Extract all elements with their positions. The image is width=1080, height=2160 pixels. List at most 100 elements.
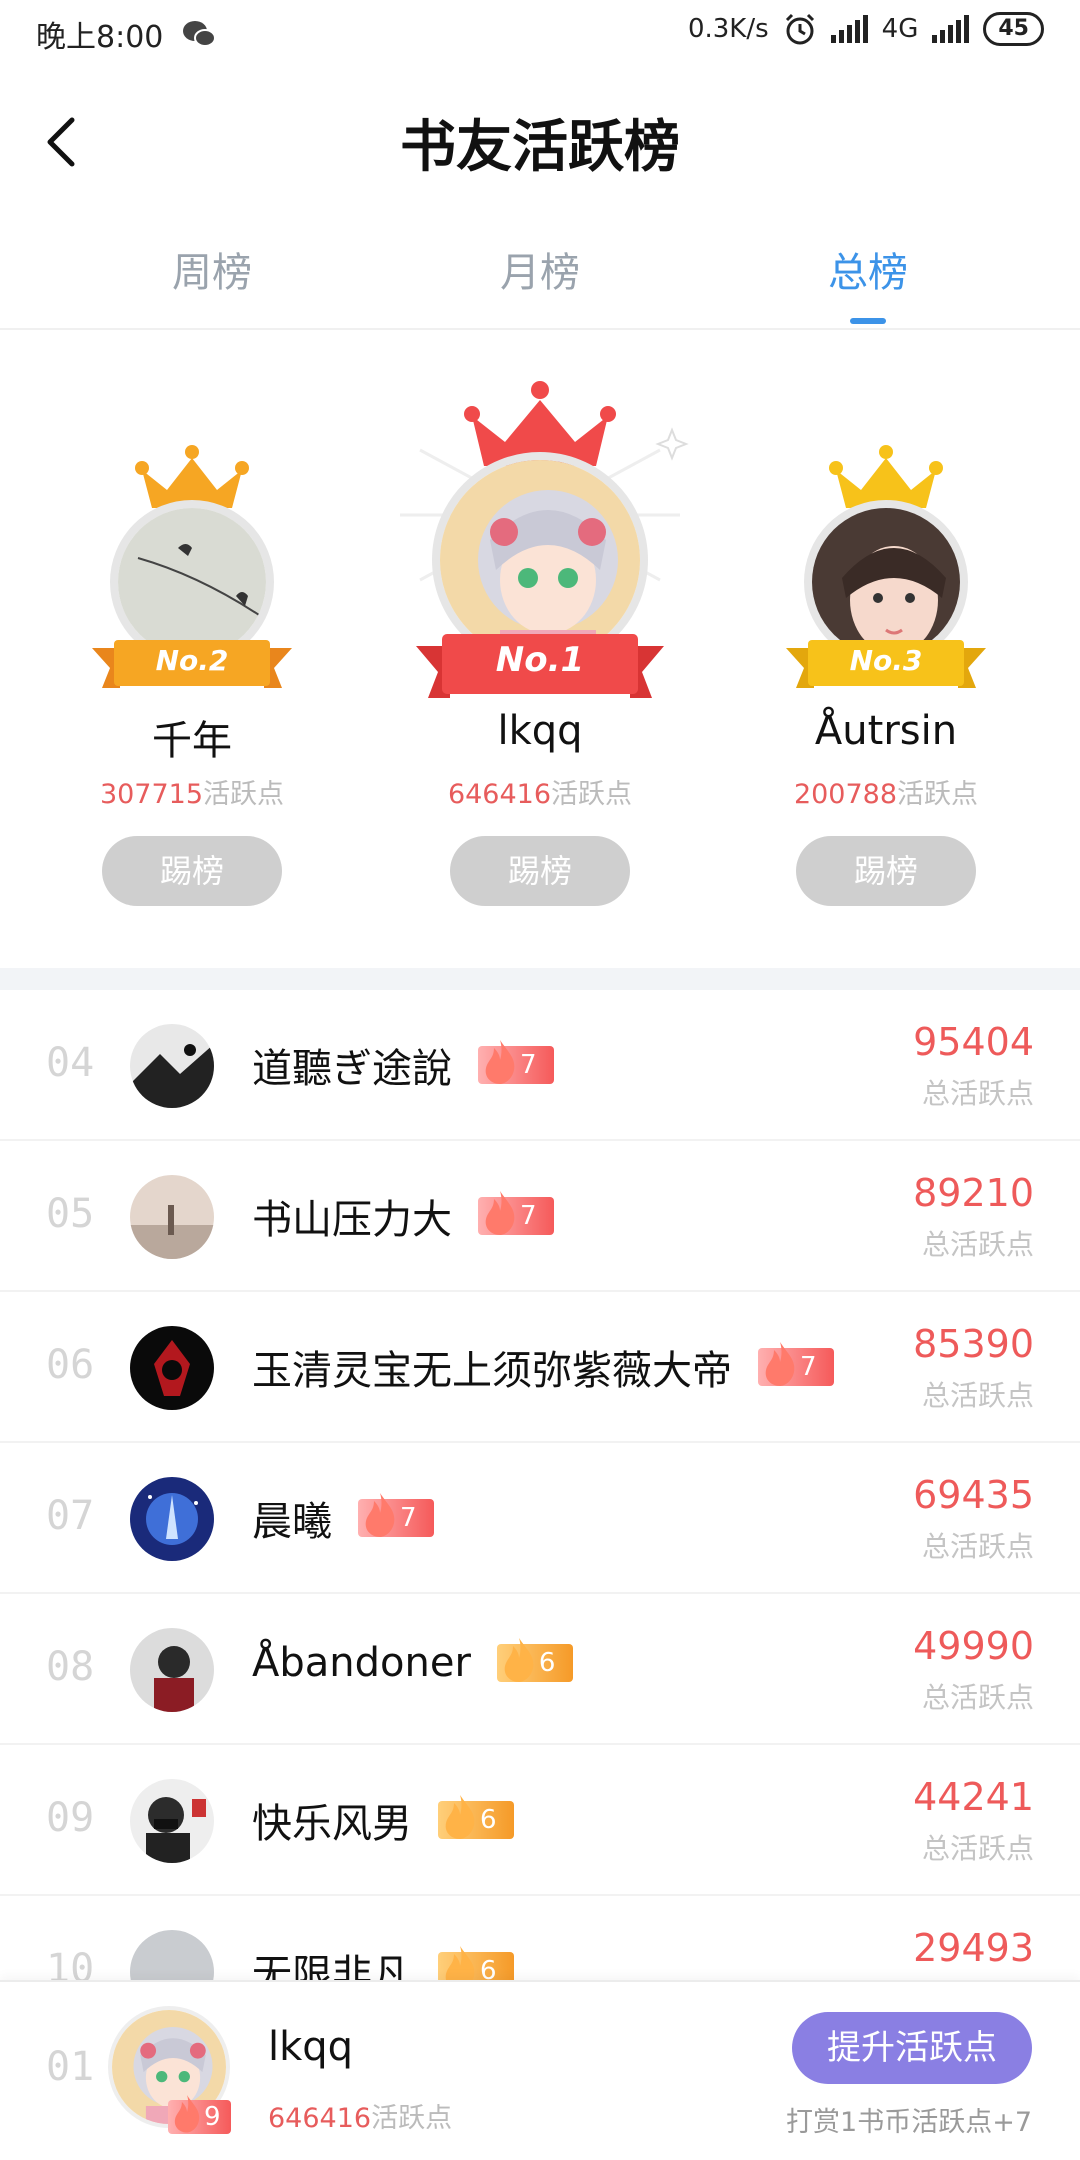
boost-points-button[interactable]: 提升活跃点 bbox=[792, 2012, 1032, 2084]
network-speed: 0.3K/s bbox=[687, 14, 769, 44]
my-level-badge: 9 bbox=[168, 2095, 231, 2134]
flame-icon bbox=[445, 1946, 475, 1980]
my-points: 646416活跃点 bbox=[268, 2096, 452, 2135]
winner-points: 200788活跃点 bbox=[736, 772, 1036, 811]
rank-badge-label: No.1 bbox=[495, 640, 585, 680]
flame-icon bbox=[765, 1342, 795, 1386]
kick-button[interactable]: 踢榜 bbox=[796, 836, 976, 906]
list-item[interactable]: 08 Åbandoner 6 49990 总活跃点 bbox=[0, 1594, 1080, 1745]
level-badge: 6 bbox=[438, 1795, 514, 1839]
points-value: 44241 bbox=[913, 1775, 1034, 1819]
level-badge: 7 bbox=[478, 1040, 554, 1084]
level-badge: 7 bbox=[478, 1191, 554, 1235]
kick-button[interactable]: 踢榜 bbox=[450, 836, 630, 906]
my-name: lkqq bbox=[268, 2024, 354, 2070]
list-item[interactable]: 10 无限非凡 6 29493 总活跃点 bbox=[0, 1896, 1080, 1980]
my-points-value: 646416 bbox=[268, 2103, 372, 2134]
signal-icon-2 bbox=[932, 15, 970, 43]
winner-name: Åutrsin bbox=[814, 708, 958, 754]
list-item[interactable]: 07 晨曦 7 69435 总活跃点 bbox=[0, 1443, 1080, 1594]
podium-first[interactable]: No.1 lkqq 646416活跃点 踢榜 bbox=[390, 330, 690, 970]
tab-weekly[interactable]: 周榜 bbox=[112, 240, 312, 298]
rank-number: 07 bbox=[46, 1493, 95, 1539]
podium: No.2 千年 307715活跃点 踢榜 No.1 lkqq 646416活跃点… bbox=[0, 330, 1080, 970]
flame-icon bbox=[485, 1191, 515, 1235]
list-item[interactable]: 04 道聽ぎ途說 7 95404 总活跃点 bbox=[0, 990, 1080, 1141]
points-label: 总活跃点 bbox=[921, 1379, 1034, 1412]
points-value: 307715 bbox=[99, 779, 204, 810]
list-item[interactable]: 06 玉清灵宝无上须弥紫薇大帝 7 85390 总活跃点 bbox=[0, 1292, 1080, 1443]
rank-number: 10 bbox=[46, 1946, 95, 1980]
level-value: 7 bbox=[400, 1503, 417, 1533]
points-label: 总活跃点 bbox=[921, 1077, 1034, 1110]
points-value: 200788 bbox=[793, 779, 898, 810]
winner-points: 646416活跃点 bbox=[390, 772, 690, 811]
level-value: 6 bbox=[480, 1956, 497, 1980]
signal-icon bbox=[830, 15, 868, 43]
points-value: 69435 bbox=[913, 1473, 1034, 1517]
status-time: 晚上8:00 bbox=[36, 20, 164, 55]
flame-icon bbox=[504, 1638, 534, 1682]
my-points-suffix: 活跃点 bbox=[371, 2103, 453, 2134]
winner-name: lkqq bbox=[497, 708, 583, 754]
tab-all-time[interactable]: 总榜 bbox=[768, 240, 968, 324]
battery-indicator: 45 bbox=[983, 12, 1044, 46]
rank-number: 05 bbox=[46, 1191, 95, 1237]
level-badge: 6 bbox=[496, 1638, 573, 1682]
rank-number: 06 bbox=[46, 1342, 95, 1388]
points-suffix: 活跃点 bbox=[203, 779, 285, 810]
points-label: 总活跃点 bbox=[921, 1681, 1034, 1714]
flame-icon bbox=[174, 2095, 200, 2133]
tab-monthly[interactable]: 月榜 bbox=[440, 240, 640, 298]
points-label: 总活跃点 bbox=[921, 1832, 1034, 1865]
status-bar: 晚上8:00 0.3K/s 4G 45 bbox=[0, 0, 1080, 64]
level-value: 7 bbox=[520, 1050, 537, 1080]
ranking-list: 04 道聽ぎ途說 7 95404 总活跃点 05 书山压力大 7 89210 总… bbox=[0, 990, 1080, 1980]
points-label: 总活跃点 bbox=[921, 1228, 1034, 1261]
points-label: 总活跃点 bbox=[921, 1530, 1034, 1563]
user-name: 无限非凡 bbox=[252, 1952, 412, 1980]
user-name: Åbandoner bbox=[252, 1640, 471, 1686]
level-value: 6 bbox=[480, 1805, 497, 1835]
user-name: 快乐风男 bbox=[252, 1801, 412, 1847]
points-value: 89210 bbox=[913, 1171, 1034, 1215]
user-name: 玉清灵宝无上须弥紫薇大帝 bbox=[252, 1348, 732, 1394]
flame-icon bbox=[365, 1493, 395, 1537]
avatar bbox=[130, 1628, 214, 1712]
section-divider bbox=[0, 968, 1080, 990]
podium-third[interactable]: No.3 Åutrsin 200788活跃点 踢榜 bbox=[736, 330, 1036, 970]
points-value: 85390 bbox=[913, 1322, 1034, 1366]
points-value: 29493 bbox=[913, 1926, 1034, 1970]
rank-badge-label: No.2 bbox=[155, 644, 229, 677]
points-value: 49990 bbox=[913, 1624, 1034, 1668]
rank-number: 09 bbox=[46, 1795, 95, 1841]
points-value: 95404 bbox=[913, 1020, 1034, 1064]
alarm-icon bbox=[785, 13, 814, 45]
winner-points: 307715活跃点 bbox=[42, 772, 342, 811]
user-name: 书山压力大 bbox=[252, 1197, 452, 1243]
rank-number: 08 bbox=[46, 1644, 95, 1690]
page-title: 书友活跃榜 bbox=[400, 114, 680, 180]
avatar bbox=[130, 1326, 214, 1410]
level-badge: 7 bbox=[358, 1493, 434, 1537]
header: 书友活跃榜 bbox=[0, 80, 1080, 200]
my-rank-number: 01 bbox=[46, 2044, 95, 2090]
user-name: 晨曦 bbox=[252, 1499, 332, 1545]
podium-second[interactable]: No.2 千年 307715活跃点 踢榜 bbox=[42, 330, 342, 970]
network-type: 4G bbox=[881, 14, 919, 44]
kick-button[interactable]: 踢榜 bbox=[102, 836, 282, 906]
level-badge: 6 bbox=[438, 1946, 514, 1980]
rank-number: 04 bbox=[46, 1040, 95, 1086]
list-item[interactable]: 09 快乐风男 6 44241 总活跃点 bbox=[0, 1745, 1080, 1896]
level-badge: 7 bbox=[758, 1342, 834, 1386]
user-name: 道聽ぎ途說 bbox=[252, 1046, 452, 1092]
list-item[interactable]: 05 书山压力大 7 89210 总活跃点 bbox=[0, 1141, 1080, 1292]
avatar bbox=[130, 1175, 214, 1259]
avatar bbox=[130, 1477, 214, 1561]
avatar bbox=[130, 1024, 214, 1108]
level-value: 6 bbox=[538, 1648, 556, 1678]
tab-all-time-label: 总榜 bbox=[828, 250, 908, 296]
winner-name: 千年 bbox=[152, 718, 232, 764]
flame-icon bbox=[445, 1795, 475, 1839]
points-suffix: 活跃点 bbox=[897, 779, 979, 810]
